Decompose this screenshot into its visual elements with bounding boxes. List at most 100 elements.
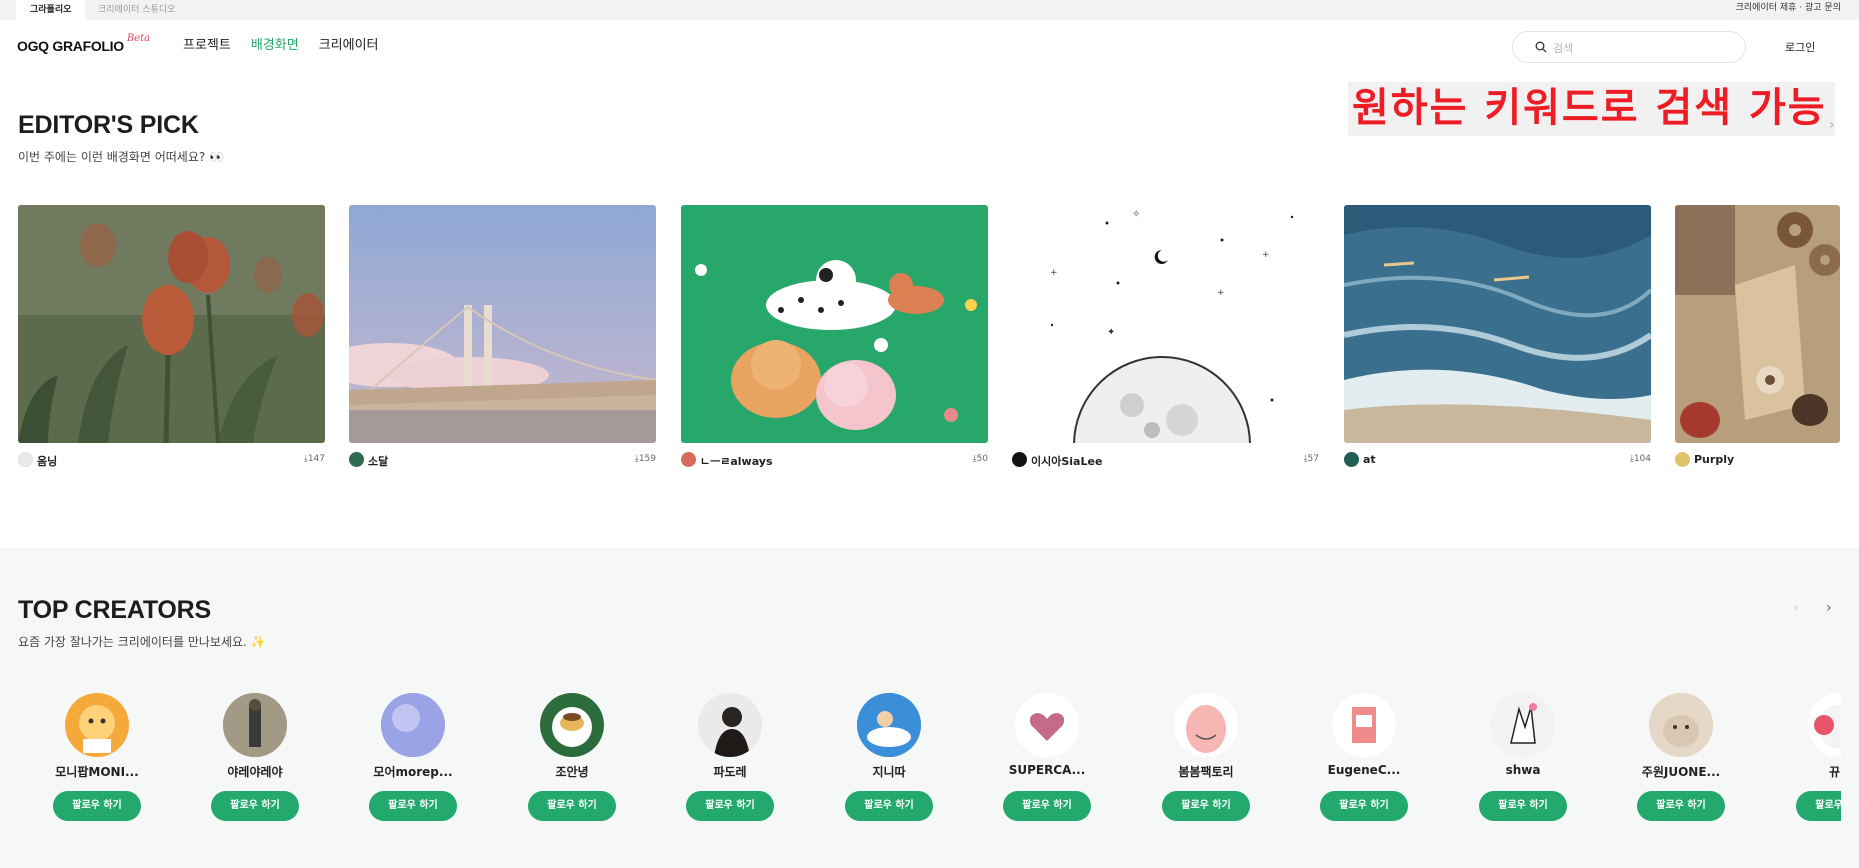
annotation-text: 원하는 키워드로 검색 가능 — [1352, 85, 1827, 131]
wallpaper-card[interactable] — [681, 205, 988, 445]
creator-name[interactable]: 모어morep... — [358, 763, 468, 780]
follow-button[interactable]: 팔로우 하기 — [211, 791, 299, 821]
creator-name[interactable]: 파도레 — [675, 763, 785, 780]
author-avatar[interactable] — [349, 452, 364, 467]
nav-projects[interactable]: 프로젝트 — [183, 37, 231, 55]
follow-button[interactable]: 팔로우 하기 — [369, 791, 457, 821]
wallpaper-card[interactable]: ✧ + + + ✦ — [1012, 205, 1319, 445]
logo-text: OGQ GRAFOLIO — [17, 38, 124, 54]
author-name[interactable]: 옴닝 — [37, 453, 57, 469]
card-meta: Purply — [1675, 452, 1840, 468]
creator-avatar[interactable] — [1808, 693, 1841, 757]
creator-avatar[interactable] — [65, 693, 129, 757]
creator-avatar[interactable] — [381, 693, 445, 757]
creator-avatar[interactable] — [1649, 693, 1713, 757]
creator-avatar[interactable] — [857, 693, 921, 757]
header: OGQ GRAFOLIO Beta 프로젝트 배경화면 크리에이터 로그인 — [0, 20, 1859, 72]
follow-button[interactable]: 팔로우 하기 — [1796, 791, 1841, 821]
download-count: ⤓57 — [1303, 454, 1319, 464]
wallpaper-card[interactable] — [349, 205, 656, 445]
next-arrow-icon[interactable]: › — [1829, 117, 1835, 133]
creator-name[interactable]: 뀨니 — [1785, 763, 1841, 780]
svg-text:✦: ✦ — [1107, 327, 1115, 338]
wallpaper-thumbnail[interactable] — [681, 205, 988, 443]
creator-name[interactable]: 야레야레야 — [200, 763, 310, 780]
follow-button[interactable]: 팔로우 하기 — [1162, 791, 1250, 821]
next-arrow-icon[interactable]: › — [1826, 600, 1832, 616]
creator-avatar[interactable] — [698, 693, 762, 757]
follow-button[interactable]: 팔로우 하기 — [686, 791, 774, 821]
follow-button[interactable]: 팔로우 하기 — [528, 791, 616, 821]
creator-name[interactable]: 모니팝MONI... — [42, 763, 152, 780]
svg-text:+: + — [1262, 250, 1270, 260]
logo[interactable]: OGQ GRAFOLIO Beta — [17, 33, 151, 56]
author-name[interactable]: 소달 — [368, 453, 388, 469]
nav-wallpapers[interactable]: 배경화면 — [251, 37, 299, 55]
wallpaper-card[interactable] — [1675, 205, 1840, 445]
follow-button[interactable]: 팔로우 하기 — [53, 791, 141, 821]
card-meta: ㄴㅡㄹalways ⤓50 — [681, 452, 988, 468]
creator-avatar[interactable] — [1174, 693, 1238, 757]
search-box[interactable] — [1512, 31, 1746, 63]
follow-button[interactable]: 팔로우 하기 — [845, 791, 933, 821]
logo-beta-badge: Beta — [126, 33, 151, 44]
creator-name[interactable]: shwa — [1468, 763, 1578, 777]
top-strip: 그라폴리오 크리에이터 스튜디오 크리에이터 제휴 · 광고 문의 — [0, 0, 1859, 20]
wallpaper-card[interactable] — [1344, 205, 1651, 445]
wallpaper-thumbnail[interactable] — [1344, 205, 1651, 443]
svg-text:✧: ✧ — [1132, 209, 1140, 220]
author-name[interactable]: at — [1363, 453, 1376, 466]
follow-button[interactable]: 팔로우 하기 — [1637, 791, 1725, 821]
card-meta: 소달 ⤓159 — [349, 452, 656, 468]
creator-avatar[interactable] — [540, 693, 604, 757]
wallpaper-thumbnail[interactable] — [1675, 205, 1840, 443]
author-name[interactable]: ㄴㅡㄹalways — [700, 453, 773, 469]
creator-name[interactable]: 주원JUONE... — [1626, 763, 1736, 780]
svg-text:+: + — [1050, 268, 1058, 278]
wallpaper-card[interactable] — [18, 205, 325, 445]
author-avatar[interactable] — [681, 452, 696, 467]
tab-creator-studio[interactable]: 크리에이터 스튜디오 — [84, 0, 189, 20]
author-avatar[interactable] — [1675, 452, 1690, 467]
search-icon — [1535, 41, 1547, 53]
svg-text:+: + — [1217, 288, 1225, 298]
top-creators-title: TOP CREATORS — [18, 596, 212, 624]
creator-avatar[interactable] — [1491, 693, 1555, 757]
nav-creators[interactable]: 크리에이터 — [319, 37, 379, 55]
author-avatar[interactable] — [1012, 452, 1027, 467]
annotation-overlay: 원하는 키워드로 검색 가능 — [1348, 82, 1835, 136]
follow-button[interactable]: 팔로우 하기 — [1003, 791, 1091, 821]
creator-name[interactable]: EugeneC... — [1309, 763, 1419, 777]
download-count: ⤓50 — [972, 454, 988, 464]
creator-name[interactable]: 조안녕 — [517, 763, 627, 780]
creator-name[interactable]: SUPERCA... — [992, 763, 1102, 777]
follow-button[interactable]: 팔로우 하기 — [1320, 791, 1408, 821]
download-count: ⤓104 — [1629, 454, 1651, 464]
wallpaper-thumbnail[interactable]: ✧ + + + ✦ — [1012, 205, 1319, 443]
editors-pick-subtitle: 이번 주에는 이런 배경화면 어떠세요? 👀 — [18, 150, 224, 164]
creator-avatar[interactable] — [1015, 693, 1079, 757]
author-name[interactable]: Purply — [1694, 453, 1734, 466]
follow-button[interactable]: 팔로우 하기 — [1479, 791, 1567, 821]
creator-name[interactable]: 봄봄팩토리 — [1151, 763, 1261, 780]
creator-avatar[interactable] — [223, 693, 287, 757]
author-name[interactable]: 이시아SiaLee — [1031, 453, 1102, 469]
creator-name[interactable]: 지니따 — [834, 763, 944, 780]
creator-avatar[interactable] — [1332, 693, 1396, 757]
card-meta: at ⤓104 — [1344, 452, 1651, 468]
top-creators-subtitle: 요즘 가장 잘나가는 크리에이터를 만나보세요. ✨ — [18, 635, 266, 649]
editors-pick-title: EDITOR'S PICK — [18, 111, 199, 139]
author-avatar[interactable] — [1344, 452, 1359, 467]
wallpaper-thumbnail[interactable] — [18, 205, 325, 443]
prev-arrow-icon[interactable]: ‹ — [1793, 600, 1799, 616]
login-button[interactable]: 로그인 — [1785, 39, 1815, 55]
tab-grafolio[interactable]: 그라폴리오 — [16, 0, 86, 20]
search-input[interactable] — [1553, 39, 1733, 57]
card-meta: 이시아SiaLee ⤓57 — [1012, 452, 1319, 468]
author-avatar[interactable] — [18, 452, 33, 467]
partnership-link[interactable]: 크리에이터 제휴 · 광고 문의 — [1736, 0, 1841, 20]
creator-card-clipped: 뀨니 팔로우 하기 — [1785, 693, 1841, 833]
wallpaper-thumbnail[interactable] — [349, 205, 656, 443]
download-count: ⤓147 — [303, 454, 325, 464]
download-count: ⤓159 — [634, 454, 656, 464]
